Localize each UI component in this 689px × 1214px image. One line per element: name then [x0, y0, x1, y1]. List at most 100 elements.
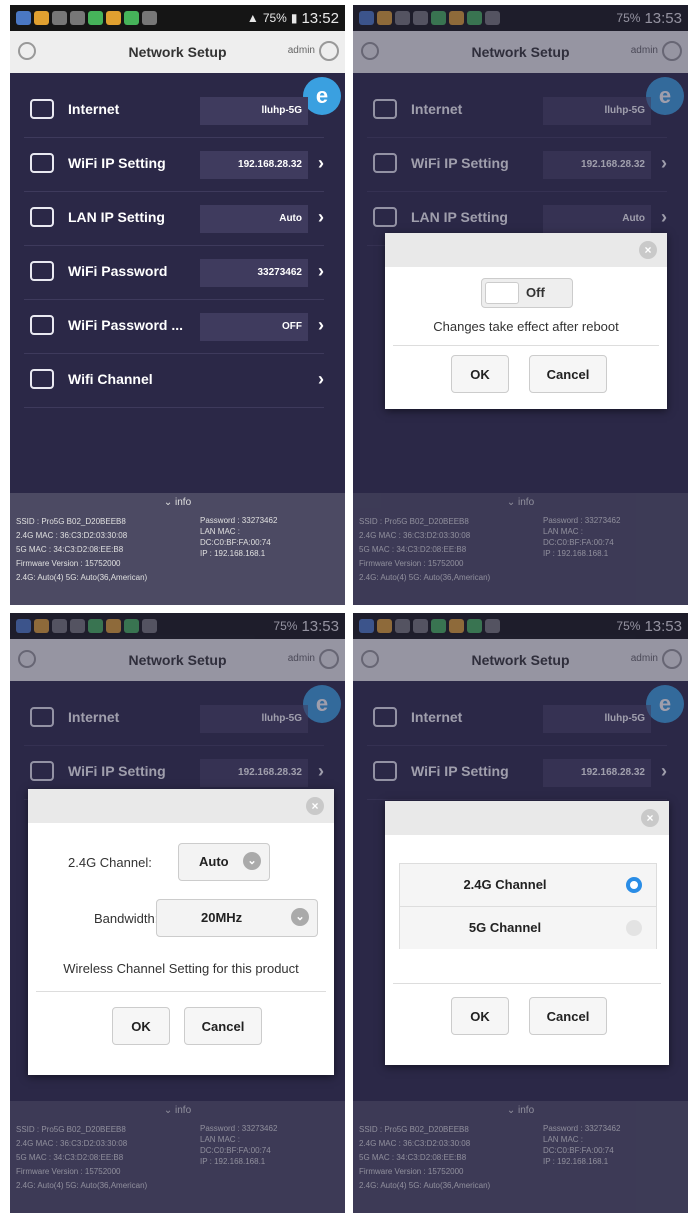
ok-button[interactable]: OK: [451, 997, 509, 1035]
cancel-button[interactable]: Cancel: [184, 1007, 262, 1045]
row-internet[interactable]: Internet lluhp-5G: [367, 693, 667, 746]
chevron-right-icon: ›: [318, 207, 324, 227]
firmware-text: Firmware Version : 15752000: [359, 1167, 464, 1176]
channel-note: Wireless Channel Setting for this produc…: [63, 961, 299, 976]
menu-icon[interactable]: [18, 42, 36, 60]
info-panel: ⌄ info SSID : Pro5G B02_D20BEEB8 2.4G MAC…: [10, 1101, 345, 1213]
message-icon: [359, 11, 374, 25]
dialog-header: ×: [28, 789, 334, 823]
row-internet[interactable]: Internet lluhp-5G: [24, 85, 324, 138]
info-toggle[interactable]: ⌄ info: [353, 497, 688, 508]
ok-button[interactable]: OK: [451, 355, 509, 393]
radio-label: 5G Channel: [468, 920, 542, 935]
clock: 13:53: [644, 617, 682, 635]
mac5-text: 5G MAC : 34:C3:D2:08:EE:B8: [359, 1153, 467, 1162]
battery-icon: ▮: [290, 11, 298, 25]
channels-text: 2.4G: Auto(4) 5G: Auto(36,American): [359, 573, 491, 582]
chevron-right-icon: ›: [318, 153, 324, 173]
row-value: lluhp-5G: [543, 705, 651, 733]
app-icon: [88, 11, 103, 25]
row-label: LAN IP Setting: [68, 209, 165, 225]
row-lan-ip[interactable]: LAN IP Setting Auto ›: [24, 193, 324, 246]
radio-unselected-icon[interactable]: [626, 920, 642, 936]
info-toggle-label: info: [175, 1105, 192, 1116]
user-icon[interactable]: [319, 649, 339, 669]
page-title: Network Setup: [471, 652, 570, 668]
row-wifi-ip[interactable]: WiFi IP Setting 192.168.28.32 ›: [367, 747, 667, 800]
row-value: Auto: [200, 205, 308, 233]
globe-wifi-icon: [373, 707, 397, 727]
mac24-text: 2.4G MAC : 36:C3:D2:03:30:08: [16, 1139, 128, 1148]
firmware-text: Firmware Version : 15752000: [16, 1167, 121, 1176]
chevron-right-icon: ›: [318, 315, 324, 335]
app-icon: [70, 11, 85, 25]
radio-option-24g[interactable]: 2.4G Channel: [400, 864, 656, 906]
lock-icon: [30, 261, 54, 281]
mac5-text: 5G MAC : 34:C3:D2:08:EE:B8: [16, 545, 124, 554]
app-bar: Network Setup admin: [353, 639, 688, 681]
cancel-button[interactable]: Cancel: [529, 355, 607, 393]
password-toggle-switch[interactable]: Off: [481, 278, 573, 308]
reboot-dialog: × Off Changes take effect after reboot O…: [385, 233, 667, 409]
lan-icon: [30, 207, 54, 227]
app-icon: [431, 619, 446, 633]
lanmac-label: LAN MAC :: [200, 527, 241, 536]
password-text: Password : 33273462: [543, 516, 621, 525]
row-label: Internet: [68, 709, 120, 725]
row-wifi-ip[interactable]: WiFi IP Setting 192.168.28.32 ›: [24, 139, 324, 192]
row-wifi-password-toggle[interactable]: WiFi Password ... OFF ›: [24, 301, 324, 354]
row-internet[interactable]: Internet lluhp-5G: [24, 693, 324, 746]
clock: 13:52: [301, 9, 339, 27]
toggle-knob: [485, 282, 519, 304]
radio-selected-icon[interactable]: [626, 877, 642, 893]
row-internet[interactable]: Internet lluhp-5G: [367, 85, 667, 138]
channel-select-dialog: × 2.4G Channel 5G Channel OK Cancel: [385, 801, 669, 1065]
page-title: Network Setup: [128, 44, 227, 60]
app-icon: [449, 619, 464, 633]
close-icon[interactable]: ×: [639, 241, 657, 259]
divider: [393, 983, 661, 984]
row-wifi-password[interactable]: WiFi Password 33273462 ›: [24, 247, 324, 300]
globe-wifi-icon: [373, 99, 397, 119]
chevron-right-icon: ›: [318, 261, 324, 281]
ssid-text: SSID : Pro5G B02_D20BEEB8: [16, 1125, 126, 1134]
lanmac-label: LAN MAC :: [200, 1135, 241, 1144]
router-icon: [30, 761, 54, 781]
row-value: 192.168.28.32: [200, 759, 308, 787]
close-icon[interactable]: ×: [306, 797, 324, 815]
info-toggle-label: info: [175, 497, 192, 508]
globe-wifi-icon: [30, 99, 54, 119]
row-wifi-channel[interactable]: Wifi Channel ›: [24, 355, 324, 408]
menu-icon[interactable]: [361, 42, 379, 60]
ok-button[interactable]: OK: [112, 1007, 170, 1045]
channel-radio-group: 2.4G Channel 5G Channel: [399, 863, 657, 949]
battery-level: 75%: [262, 11, 287, 25]
info-toggle[interactable]: ⌄ info: [10, 497, 345, 508]
app-icon: [413, 619, 428, 633]
menu-icon[interactable]: [18, 650, 36, 668]
cancel-button[interactable]: Cancel: [529, 997, 607, 1035]
user-icon[interactable]: [662, 41, 682, 61]
app-icon: [106, 619, 121, 633]
username: admin: [287, 45, 315, 56]
row-value: lluhp-5G: [200, 705, 308, 733]
close-icon[interactable]: ×: [641, 809, 659, 827]
app-icon: [52, 619, 67, 633]
row-label: WiFi IP Setting: [411, 763, 509, 779]
app-icon: [485, 11, 500, 25]
row-wifi-ip[interactable]: WiFi IP Setting 192.168.28.32 ›: [367, 139, 667, 192]
channel-24-select[interactable]: Auto ⌄: [178, 843, 270, 881]
ssid-text: SSID : Pro5G B02_D20BEEB8: [359, 517, 469, 526]
menu-icon[interactable]: [361, 650, 379, 668]
dialog-header: ×: [385, 801, 669, 835]
info-panel: ⌄ info SSID : Pro5G B02_D20BEEB8 2.4G MAC…: [353, 1101, 688, 1213]
app-icon: [485, 619, 500, 633]
user-icon[interactable]: [662, 649, 682, 669]
info-toggle[interactable]: ⌄ info: [10, 1105, 345, 1116]
password-text: Password : 33273462: [543, 1124, 621, 1133]
user-icon[interactable]: [319, 41, 339, 61]
bandwidth-select[interactable]: 20MHz ⌄: [156, 899, 318, 937]
radio-option-5g[interactable]: 5G Channel: [400, 906, 656, 949]
info-toggle[interactable]: ⌄ info: [353, 1105, 688, 1116]
firmware-text: Firmware Version : 15752000: [359, 559, 464, 568]
